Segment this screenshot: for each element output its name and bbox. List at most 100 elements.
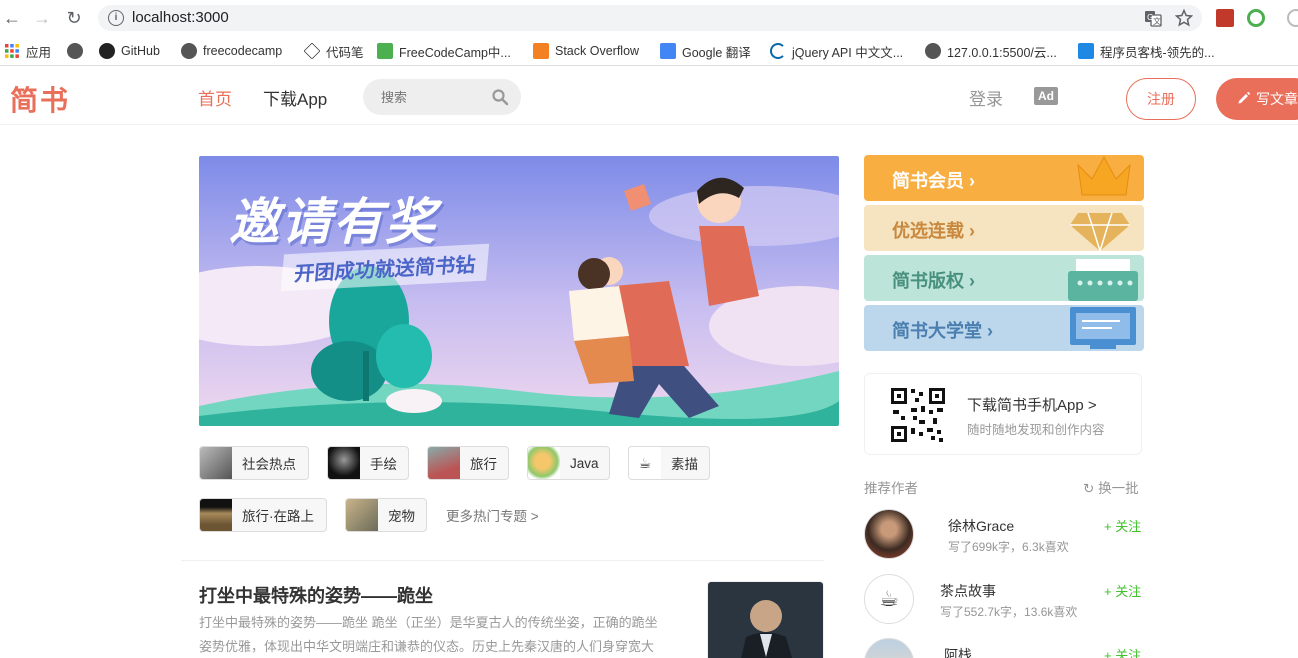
bookmark-label: GitHub <box>121 44 160 58</box>
nav-download-app[interactable]: 下载App <box>263 85 327 110</box>
bookmark-freecodecamp-cn[interactable]: FreeCodeCamp中... <box>377 42 511 60</box>
topic-thumbnail <box>528 447 560 479</box>
topic-label: 旅行 <box>470 457 497 472</box>
google-translate-icon <box>660 43 676 59</box>
topic-thumbnail <box>328 447 360 479</box>
site-header: 简书 首页 下载App 登录 Ad 注册 写文章 <box>0 67 1298 125</box>
topic-tag[interactable]: ☕ 素描 <box>628 446 710 480</box>
search-box <box>363 79 521 115</box>
topic-tag[interactable]: 宠物 <box>345 498 427 532</box>
board-member[interactable]: 简书会员 › <box>864 155 1144 201</box>
topic-tag[interactable]: 手绘 <box>327 446 409 480</box>
qr-code-icon <box>889 386 947 444</box>
topic-tag[interactable]: 旅行 <box>427 446 509 480</box>
banner-carousel[interactable]: 邀请有奖 开团成功就送简书钻 <box>199 156 839 426</box>
bookmark-github[interactable] <box>67 42 83 60</box>
github-icon <box>99 43 115 59</box>
board-university[interactable]: 简书大学堂 › <box>864 305 1144 351</box>
author-meta: 写了699k字，6.3k喜欢 <box>948 540 1069 554</box>
translate-icon[interactable]: G 文 <box>1144 9 1162 27</box>
refresh-label: 换一批 <box>1098 481 1139 496</box>
author-name[interactable]: 茶点故事 <box>940 581 996 601</box>
download-subtitle: 随时随地发现和创作内容 <box>967 423 1105 437</box>
download-app-card[interactable]: 下载简书手机App > 随时随地发现和创作内容 <box>864 373 1142 455</box>
bookmark-codepen[interactable]: 代码笔 <box>303 42 364 60</box>
bookmark-localhost[interactable]: 127.0.0.1:5500/云... <box>925 42 1057 60</box>
bookmarks-bar: 应用 GitHub freecodecamp 代码笔 FreeCodeCamp中… <box>0 36 1298 66</box>
board-label: 简书会员 › <box>892 171 975 191</box>
bookmark-stackoverflow[interactable]: Stack Overflow <box>533 42 639 60</box>
bookmark-proginn[interactable]: 程序员客栈-领先的... <box>1078 42 1215 60</box>
author-meta: 写了552.7k字，13.6k喜欢 <box>940 605 1078 619</box>
forward-arrow-icon[interactable]: → <box>32 8 52 28</box>
avatar[interactable] <box>864 638 914 658</box>
bookmark-label: freecodecamp <box>203 44 283 58</box>
topic-label: 宠物 <box>388 509 415 524</box>
jquery-icon <box>770 43 786 59</box>
article-abstract: 打坐中最特殊的姿势——跪坐 跪坐（正坐）是华夏古人的传统坐姿，正确的跪坐姿势优雅… <box>199 615 658 654</box>
globe-icon <box>181 43 197 59</box>
author-name[interactable]: 徐林Grace <box>948 516 1014 536</box>
avatar[interactable]: ☕ <box>864 574 914 624</box>
typewriter-icon <box>1068 259 1138 301</box>
board-serial[interactable]: 优选连载 › <box>864 205 1144 251</box>
topic-label: 素描 <box>671 457 698 472</box>
register-button[interactable]: 注册 <box>1126 78 1196 120</box>
search-icon[interactable] <box>491 88 509 106</box>
login-link[interactable]: 登录 <box>969 85 1003 110</box>
bookmark-apps[interactable]: 应用 <box>4 42 51 60</box>
avatar[interactable] <box>864 509 914 559</box>
follow-button[interactable]: + 关注 <box>1104 645 1141 658</box>
bookmark-label: 程序员客栈-领先的... <box>1100 45 1215 60</box>
freecodecamp-icon <box>377 43 393 59</box>
topic-label: 社会热点 <box>242 457 296 472</box>
topic-thumbnail <box>428 447 460 479</box>
more-topics-link[interactable]: 更多热门专题 > <box>446 505 539 525</box>
follow-button[interactable]: + 关注 <box>1104 581 1141 600</box>
article-thumbnail[interactable] <box>707 581 824 658</box>
reload-icon[interactable]: ↻ <box>64 8 84 28</box>
topic-label: 旅行·在路上 <box>242 509 314 524</box>
topic-tag[interactable]: 社会热点 <box>199 446 309 480</box>
topic-tag[interactable]: Java <box>527 446 610 480</box>
tea-cup-icon: ☕ <box>879 586 899 611</box>
bookmark-jquery[interactable]: jQuery API 中文文... <box>770 42 903 60</box>
bookmark-github[interactable]: GitHub <box>99 42 160 60</box>
refresh-authors-button[interactable]: ↻ 换一批 <box>1083 477 1139 497</box>
search-input[interactable] <box>381 87 481 107</box>
back-arrow-icon[interactable]: ← <box>2 8 22 28</box>
bookmark-label: jQuery API 中文文... <box>792 45 904 60</box>
site-logo[interactable]: 简书 <box>10 79 70 119</box>
refresh-icon: ↻ <box>1083 481 1095 496</box>
ad-badge[interactable]: Ad <box>1034 87 1058 105</box>
follow-button[interactable]: + 关注 <box>1104 516 1141 535</box>
codepen-icon <box>303 42 321 60</box>
topic-label: 手绘 <box>370 457 397 472</box>
site-info-icon[interactable]: i <box>108 10 124 26</box>
bookmark-label: FreeCodeCamp中... <box>399 45 511 60</box>
profile-icon[interactable] <box>1287 9 1298 27</box>
author-name[interactable]: 阿栈 <box>944 645 972 658</box>
bookmark-star-icon[interactable] <box>1175 9 1193 27</box>
article-image <box>708 582 823 658</box>
nav-home[interactable]: 首页 <box>198 85 232 110</box>
apps-grid-icon <box>5 44 19 58</box>
topic-thumbnail <box>200 447 232 479</box>
globe-icon <box>925 43 941 59</box>
article-title[interactable]: 打坐中最特殊的姿势——跪坐 <box>199 582 433 608</box>
url-text[interactable]: localhost:3000 <box>132 9 229 26</box>
write-article-button[interactable]: 写文章 <box>1216 78 1298 120</box>
bookmark-google-translate[interactable]: Google 翻译 <box>660 42 751 60</box>
diamond-icon <box>1070 212 1130 251</box>
bookmark-label: 127.0.0.1:5500/云... <box>947 45 1057 60</box>
extension-icon[interactable] <box>1216 9 1234 27</box>
topic-tag[interactable]: 旅行·在路上 <box>199 498 327 532</box>
extension-icon[interactable] <box>1247 9 1265 27</box>
bookmark-freecodecamp[interactable]: freecodecamp <box>181 42 282 60</box>
download-title: 下载简书手机App > <box>967 397 1097 414</box>
board-label: 简书版权 › <box>892 271 975 291</box>
board-copyright[interactable]: 简书版权 › <box>864 255 1144 301</box>
recommend-heading: 推荐作者 <box>864 481 918 496</box>
pencil-icon <box>1238 91 1251 104</box>
address-bar[interactable]: i localhost:3000 G 文 <box>98 5 1202 31</box>
